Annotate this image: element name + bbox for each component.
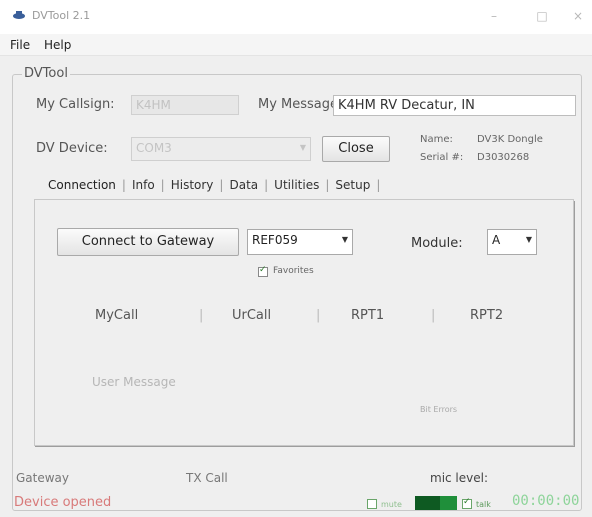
chevron-down-icon: ▼ bbox=[341, 235, 348, 244]
tab-bar: Connection | Info | History | Data | Utilities | S… bbox=[44, 178, 382, 198]
module-value: A bbox=[492, 233, 501, 247]
column-separator: | bbox=[316, 308, 321, 323]
tab-setup[interactable]: Setup bbox=[331, 178, 374, 192]
message-field[interactable]: K4HM RV Decatur, IN bbox=[333, 95, 576, 116]
tab-history[interactable]: History bbox=[167, 178, 218, 192]
dvtool-app-icon bbox=[13, 11, 25, 19]
device-serial-value: D3030268 bbox=[477, 152, 530, 163]
menu-help[interactable]: Help bbox=[44, 38, 71, 52]
maximize-button[interactable]: □ bbox=[530, 6, 554, 26]
talk-checkbox[interactable] bbox=[462, 497, 472, 509]
reflector-select[interactable]: REF059 ▼ bbox=[247, 229, 353, 255]
gateway-status-label: Gateway bbox=[16, 471, 70, 485]
module-select[interactable]: A ▼ bbox=[487, 229, 537, 255]
close-window-button[interactable]: × bbox=[566, 6, 590, 26]
mute-checkbox[interactable] bbox=[367, 499, 377, 509]
col-rpt2: RPT2 bbox=[470, 308, 504, 323]
close-device-button[interactable]: Close bbox=[322, 136, 390, 162]
user-message-field: User Message bbox=[92, 375, 176, 389]
tab-separator: | bbox=[219, 178, 224, 192]
talk-label: talk bbox=[476, 500, 491, 509]
mic-level-meter bbox=[415, 496, 457, 510]
dv-device-label: DV Device: bbox=[36, 141, 108, 156]
message-label: My Message: bbox=[258, 97, 343, 112]
tab-utilities[interactable]: Utilities bbox=[270, 178, 323, 192]
col-urcall: UrCall bbox=[232, 308, 272, 323]
window-title: DVTool 2.1 bbox=[32, 9, 91, 22]
favorites-checkbox[interactable] bbox=[258, 265, 268, 277]
column-separator: | bbox=[199, 308, 204, 323]
tab-separator: | bbox=[376, 178, 381, 192]
tab-separator: | bbox=[325, 178, 330, 192]
col-mycall: MyCall bbox=[95, 308, 139, 323]
chevron-down-icon: ▼ bbox=[299, 143, 306, 152]
bit-errors-label: Bit Errors bbox=[420, 405, 458, 414]
connect-gateway-button[interactable]: Connect to Gateway bbox=[57, 228, 239, 256]
chevron-down-icon: ▼ bbox=[525, 235, 532, 244]
dv-device-value: COM3 bbox=[136, 141, 172, 155]
menu-bar: File Help bbox=[0, 34, 592, 56]
tab-separator: | bbox=[160, 178, 165, 192]
tx-call-label: TX Call bbox=[186, 471, 228, 485]
tab-connection[interactable]: Connection bbox=[44, 178, 120, 192]
group-title: DVTool bbox=[22, 66, 70, 81]
device-name-value: DV3K Dongle bbox=[477, 134, 543, 145]
elapsed-timer: 00:00:00 bbox=[512, 493, 580, 509]
tab-info[interactable]: Info bbox=[128, 178, 159, 192]
device-name-label: Name: bbox=[420, 134, 453, 145]
col-rpt1: RPT1 bbox=[351, 308, 385, 323]
device-status-text: Device opened bbox=[14, 495, 112, 510]
tab-separator: | bbox=[121, 178, 126, 192]
menu-file[interactable]: File bbox=[10, 38, 30, 52]
mute-label: mute bbox=[381, 500, 402, 509]
title-bar: DVTool 2.1 – □ × bbox=[0, 0, 592, 32]
favorites-label: Favorites bbox=[273, 266, 314, 276]
reflector-value: REF059 bbox=[252, 233, 298, 247]
device-serial-label: Serial #: bbox=[420, 152, 464, 163]
mic-level-fill bbox=[415, 496, 440, 510]
minimize-button[interactable]: – bbox=[482, 6, 506, 26]
callsign-label: My Callsign: bbox=[36, 97, 115, 112]
mic-level-label: mic level: bbox=[430, 471, 489, 485]
column-separator: | bbox=[431, 308, 436, 323]
module-label: Module: bbox=[411, 236, 463, 251]
tab-separator: | bbox=[264, 178, 269, 192]
dv-device-select[interactable]: COM3 ▼ bbox=[131, 137, 311, 161]
tab-data[interactable]: Data bbox=[225, 178, 262, 192]
callsign-field[interactable]: K4HM bbox=[131, 95, 239, 115]
